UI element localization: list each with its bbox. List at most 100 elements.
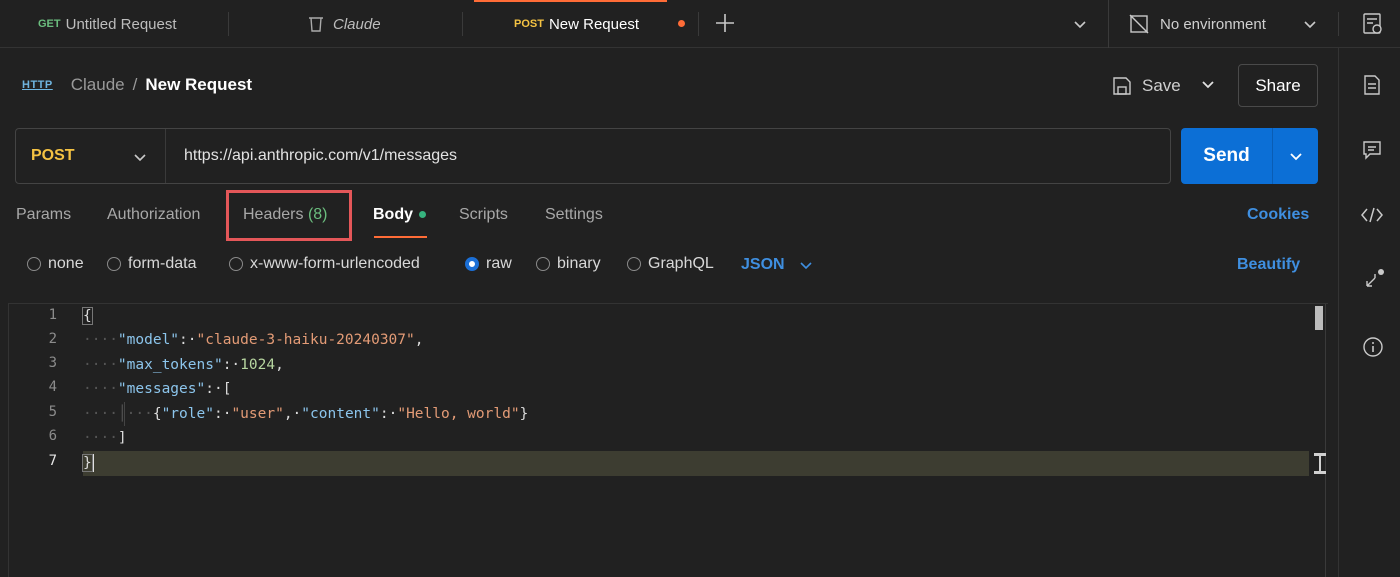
tab-settings[interactable]: Settings [545, 206, 603, 224]
code-token: ] [117, 430, 127, 446]
code-line: ····"messages":·[ [83, 381, 232, 397]
cookies-link[interactable]: Cookies [1247, 206, 1309, 224]
line-number-gutter: 1 2 3 4 5 6 7 [9, 304, 71, 577]
radio-graphql[interactable]: GraphQL [627, 255, 714, 273]
http-icon: HTTP [22, 79, 53, 91]
radio-circle[interactable] [229, 257, 243, 271]
code-content: { ····"model":·"claude-3-haiku-20240307"… [82, 304, 1300, 577]
code-line: ····"max_tokens":·1024, [83, 357, 284, 373]
page-title[interactable]: New Request [145, 75, 252, 95]
code-token: "max_tokens" [117, 357, 223, 373]
tab-params[interactable]: Params [16, 206, 71, 224]
plus-icon [716, 14, 734, 32]
save-label: Save [1142, 76, 1181, 95]
info-icon[interactable] [1362, 336, 1384, 362]
tab-claude-collection[interactable]: Claude [307, 0, 381, 48]
trash-icon [307, 15, 325, 33]
body-format-value: JSON [741, 256, 785, 273]
radio-label: GraphQL [648, 255, 714, 272]
radio-circle-selected[interactable] [465, 257, 479, 271]
breadcrumb-separator: / [132, 75, 138, 94]
radio-label: raw [486, 255, 512, 272]
code-token: "claude-3-haiku-20240307" [196, 332, 415, 348]
save-button[interactable]: Save [1112, 68, 1181, 104]
save-icon [1113, 77, 1131, 95]
new-tab-button[interactable] [712, 10, 738, 36]
radio-circle[interactable] [627, 257, 641, 271]
tab-label: Claude [333, 15, 381, 33]
breadcrumb: HTTP Claude / New Request [22, 70, 252, 100]
method-value: POST [31, 147, 75, 164]
tab-separator [228, 12, 229, 36]
editor-scrollbar-thumb[interactable] [1315, 306, 1323, 330]
line-number-current: 7 [48, 453, 57, 469]
environment-dropdown[interactable] [1302, 16, 1318, 36]
line-number: 4 [48, 379, 57, 395]
tab-label: New Request [548, 15, 639, 33]
line-number: 3 [48, 355, 57, 371]
code-line: ····│···{"role":·"user",·"content":·"Hel… [83, 406, 529, 422]
editor-scrollbar-track [1325, 304, 1326, 577]
comments-icon[interactable] [1362, 140, 1382, 164]
chevron-down-icon [1304, 21, 1316, 29]
right-sidebar [1338, 48, 1400, 577]
radio-circle[interactable] [27, 257, 41, 271]
radio-urlencoded[interactable]: x-www-form-urlencoded [229, 255, 420, 273]
related-collections-icon[interactable] [1362, 268, 1386, 296]
save-options-dropdown[interactable] [1200, 76, 1216, 96]
tab-list-dropdown[interactable] [1072, 16, 1088, 36]
code-token: "content" [301, 406, 380, 422]
tab-label: Untitled Request [65, 15, 177, 33]
radio-form-data[interactable]: form-data [107, 255, 196, 273]
tab-authorization[interactable]: Authorization [107, 206, 200, 224]
no-environment-icon [1128, 13, 1150, 35]
documentation-icon[interactable] [1362, 74, 1382, 100]
tab-separator [698, 12, 699, 36]
radio-label: binary [557, 255, 601, 272]
code-snippet-icon[interactable] [1360, 206, 1384, 228]
environment-selector[interactable]: No environment [1128, 0, 1266, 48]
code-line: ····"model":·"claude-3-haiku-20240307", [83, 332, 424, 348]
environment-quick-look-icon[interactable] [1362, 12, 1384, 40]
code-token: } [82, 454, 93, 472]
tab-untitled-request[interactable]: GET Untitled Request [38, 0, 177, 48]
code-token: "user" [231, 406, 284, 422]
radio-none[interactable]: none [27, 255, 84, 273]
send-options-dropdown[interactable] [1273, 128, 1318, 184]
tab-new-request[interactable]: POST New Request [474, 0, 667, 48]
code-token: { [82, 307, 93, 325]
radio-circle[interactable] [536, 257, 550, 271]
radio-binary[interactable]: binary [536, 255, 601, 273]
breadcrumb-parent[interactable]: Claude [71, 75, 125, 95]
tab-method-get: GET [38, 18, 61, 30]
headers-highlight-box [226, 190, 352, 241]
line-number: 2 [48, 331, 57, 347]
line-number: 1 [48, 307, 57, 323]
tab-separator [462, 12, 463, 36]
share-button[interactable]: Share [1238, 64, 1318, 107]
text-cursor [91, 454, 94, 472]
radio-label: x-www-form-urlencoded [250, 255, 420, 272]
send-button[interactable]: Send [1181, 128, 1273, 184]
code-token: [ [222, 381, 232, 397]
chevron-down-icon [1074, 21, 1086, 29]
tab-body[interactable]: Body [373, 206, 426, 224]
code-line: ····] [83, 430, 127, 446]
code-token: "role" [161, 406, 214, 422]
code-token: "Hello, world" [397, 406, 520, 422]
tab-separator [1108, 0, 1109, 48]
url-bar: POST https://api.anthropic.com/v1/messag… [15, 128, 1171, 184]
chevron-down-icon [1202, 81, 1214, 89]
unsaved-dot [678, 20, 685, 27]
url-input[interactable]: https://api.anthropic.com/v1/messages [166, 147, 457, 165]
code-token: "model" [117, 332, 180, 348]
tab-scripts[interactable]: Scripts [459, 206, 508, 224]
active-tab-indicator [374, 236, 427, 238]
body-format-select[interactable]: JSON [741, 256, 813, 274]
chevron-down-icon [1289, 153, 1302, 161]
beautify-button[interactable]: Beautify [1237, 256, 1300, 274]
radio-raw[interactable]: raw [465, 255, 512, 273]
code-editor[interactable]: 1 2 3 4 5 6 7 { ····"model":·"claude-3-h… [8, 303, 1328, 577]
method-select[interactable]: POST [16, 129, 166, 183]
radio-circle[interactable] [107, 257, 121, 271]
